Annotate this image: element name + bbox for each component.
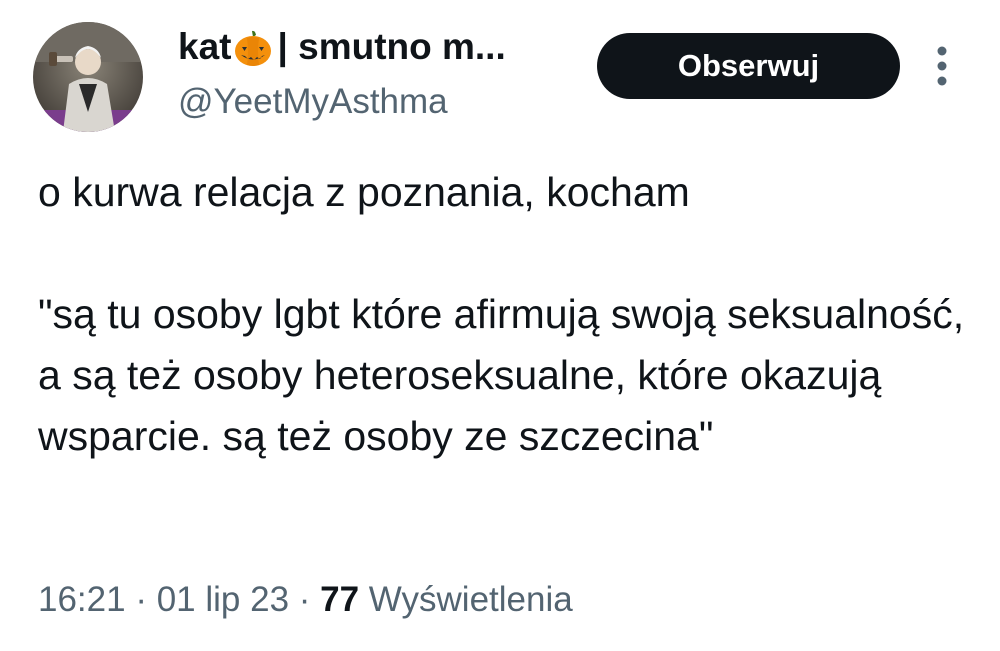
tweet-date[interactable]: 01 lip 23 [157, 580, 289, 619]
pumpkin-icon [233, 28, 273, 68]
more-vertical-icon[interactable] [935, 44, 949, 88]
tweet-time[interactable]: 16:21 [38, 580, 126, 619]
profile-photo [33, 22, 143, 132]
tweet-meta: 16:21 · 01 lip 23 · 77 Wyświetlenia [38, 580, 573, 620]
meta-separator: · [125, 580, 157, 619]
avatar[interactable] [33, 22, 143, 132]
views-label: Wyświetlenia [359, 580, 573, 619]
follow-button[interactable]: Obserwuj [597, 33, 900, 99]
tweet-text: o kurwa relacja z poznania, kocham "są t… [38, 169, 965, 459]
tweet-card: kat | smutno m... @YeetMyAsthma Obserwuj… [0, 0, 1000, 651]
meta-separator-2: · [289, 580, 321, 619]
display-name-text: kat [178, 26, 232, 67]
display-name[interactable]: kat | smutno m... [178, 26, 506, 68]
views-count[interactable]: 77 [320, 580, 359, 619]
user-handle[interactable]: @YeetMyAsthma [178, 82, 448, 122]
display-name-suffix: | smutno m... [277, 26, 506, 67]
